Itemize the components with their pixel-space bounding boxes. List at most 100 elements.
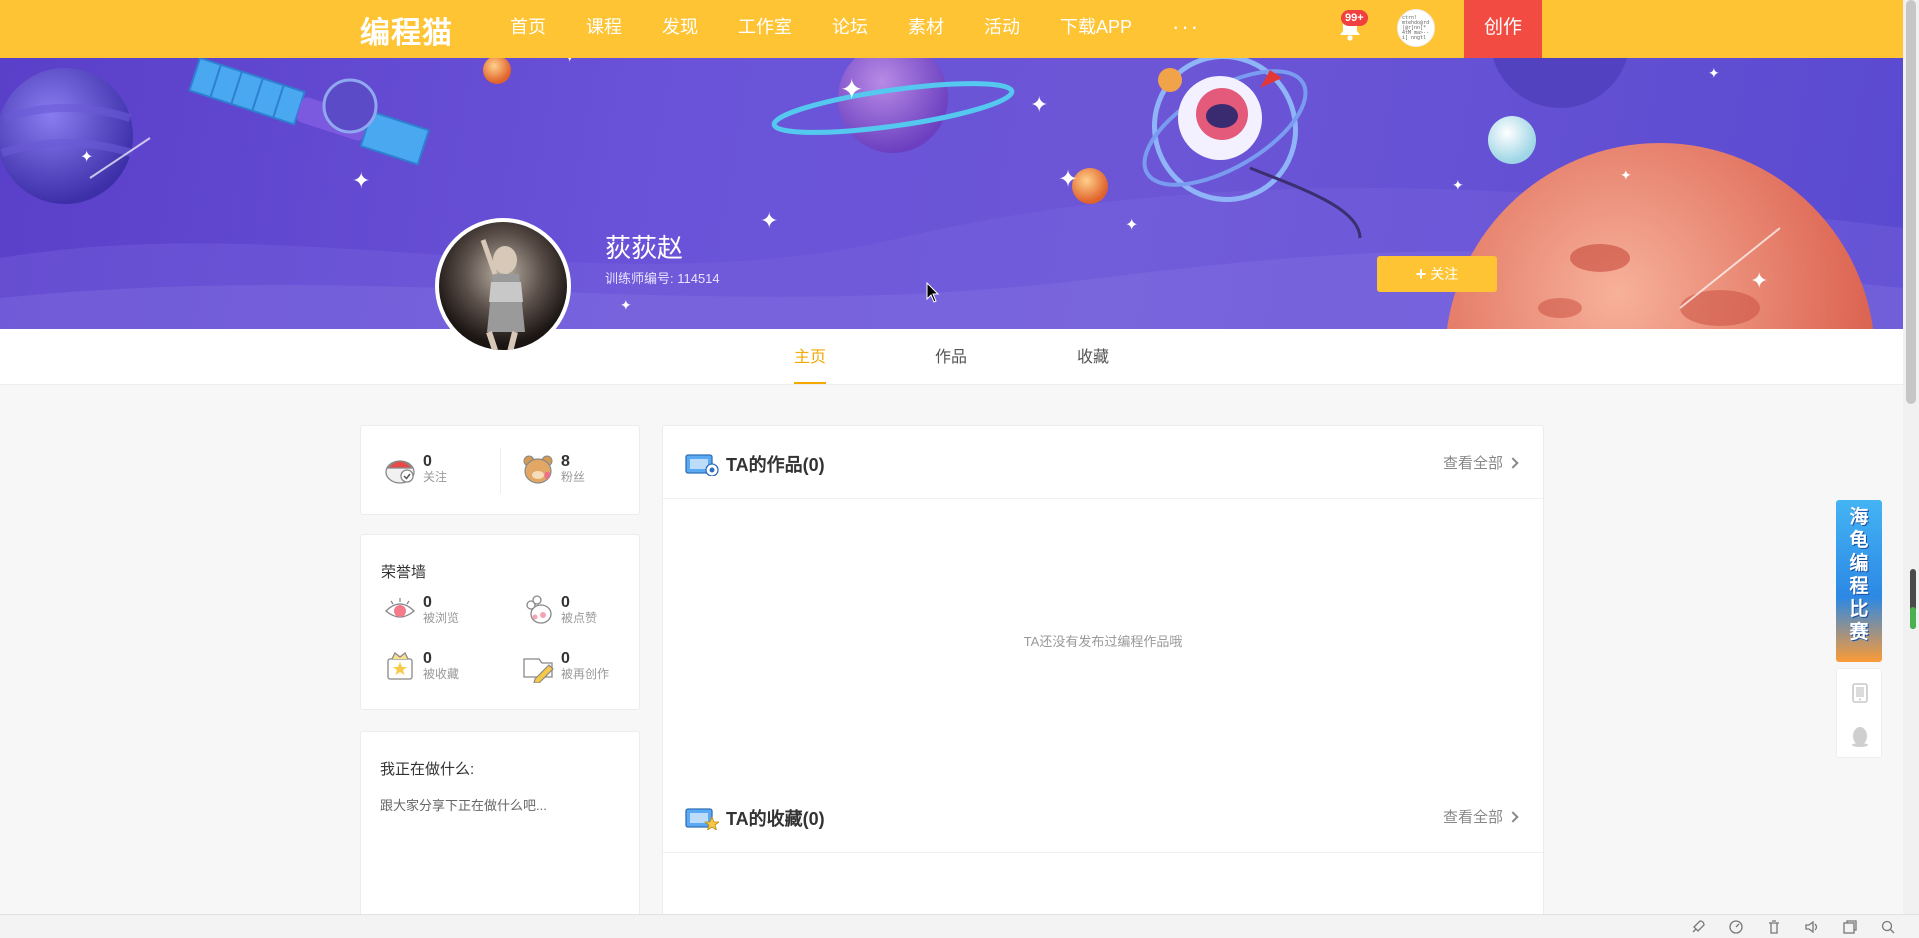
star-icon: ✦ (1750, 268, 1769, 293)
window-icon[interactable] (1842, 919, 1858, 935)
star-icon: ✦ (80, 149, 94, 166)
collected-count: 0 (423, 650, 432, 667)
nav-menu: 首页 课程 发现 工作室 论坛 素材 活动 下载APP ··· (510, 0, 1240, 58)
follow-button[interactable]: + 关注 (1377, 256, 1497, 292)
nav-more-button[interactable]: ··· (1172, 0, 1200, 58)
favorites-section-header: TA的收藏(0) 查看全部 (663, 780, 1543, 853)
fans-icon (521, 452, 555, 486)
fans-label: 粉丝 (561, 470, 586, 484)
star-icon: ✦ (840, 74, 864, 105)
qq-penguin-icon[interactable] (1851, 725, 1869, 747)
honor-wall-title: 荣誉墙 (381, 564, 427, 581)
site-logo[interactable]: 编程猫 (360, 8, 453, 52)
likes-count: 0 (561, 594, 570, 611)
nav-item-discover[interactable]: 发现 (662, 0, 698, 58)
nav-item-home[interactable]: 首页 (510, 0, 546, 58)
eye-icon (383, 593, 417, 627)
page-scrollbar[interactable] (1903, 0, 1919, 914)
remix-pencil-icon (521, 649, 555, 683)
mouse-cursor-icon (926, 282, 940, 303)
star-icon: ✦ (563, 58, 576, 66)
trainer-id: 训练师编号: 114514 (605, 271, 720, 286)
scrollbar-thumb[interactable] (1906, 0, 1916, 404)
divider (500, 448, 501, 494)
works-view-all-label: 查看全部 (1442, 455, 1503, 472)
create-button[interactable]: 创作 (1464, 0, 1542, 58)
honor-wall-card: 荣誉墙 0 被浏览 0 被点赞 0 被收藏 0 被再创作 (360, 534, 640, 710)
plus-icon: + (1415, 264, 1427, 284)
star-icon: ✦ (620, 297, 632, 313)
views-label: 被浏览 (423, 611, 460, 625)
fans-count: 8 (561, 453, 570, 470)
ad-text: 海龟编程比赛 (1849, 507, 1869, 643)
tablet-icon[interactable] (1851, 683, 1869, 703)
star-icon: ✦ (760, 208, 779, 233)
fans-stat[interactable]: 8 粉丝 (521, 452, 585, 486)
star-icon: ✦ (1620, 167, 1632, 183)
search-icon[interactable] (1880, 919, 1896, 935)
star-icon: ✦ (1452, 177, 1464, 193)
likes-label: 被点赞 (561, 611, 598, 625)
top-navigation-bar: 编程猫 首页 课程 发现 工作室 论坛 素材 活动 下载APP ··· 99+ … (0, 0, 1903, 58)
profile-banner: ✦ ✦ ✦ ✦ ✦ ✦ ✦ ✦ ✦ ✦ ✦ ✦ ✦ (0, 58, 1903, 329)
favorites-view-all-label: 查看全部 (1442, 809, 1503, 826)
paw-icon (521, 593, 555, 627)
tab-works[interactable]: 作品 (935, 329, 967, 385)
following-count: 0 (423, 453, 432, 470)
coding-contest-ad[interactable]: 海龟编程比赛 (1836, 500, 1882, 662)
nav-item-assets[interactable]: 素材 (908, 0, 944, 58)
status-title: 我正在做什么: (380, 761, 475, 778)
works-view-all[interactable]: 查看全部 (1442, 452, 1519, 473)
chevron-right-icon (1507, 811, 1519, 823)
status-card: 我正在做什么: 跟大家分享下正在做什么吧... (360, 731, 640, 931)
star-icon: ✦ (1125, 217, 1139, 234)
follow-label: 关注 (1430, 266, 1459, 282)
notification-badge: 99+ (1341, 10, 1368, 26)
nav-item-events[interactable]: 活动 (984, 0, 1020, 58)
favorites-title: TA的收藏(0) (726, 809, 825, 829)
side-tools (1836, 668, 1882, 758)
nav-item-courses[interactable]: 课程 (586, 0, 622, 58)
chevron-right-icon (1507, 457, 1519, 469)
collected-label: 被收藏 (423, 667, 460, 681)
favorites-view-all[interactable]: 查看全部 (1442, 806, 1519, 827)
remix-stat: 0 被再创作 (521, 649, 609, 683)
browser-status-bar (0, 914, 1919, 938)
likes-stat: 0 被点赞 (521, 593, 597, 627)
following-icon (383, 452, 417, 486)
star-icon: ✦ (1058, 166, 1079, 193)
views-stat: 0 被浏览 (383, 593, 459, 627)
tab-favorites[interactable]: 收藏 (1077, 329, 1109, 385)
profile-avatar (435, 218, 571, 354)
works-title: TA的作品(0) (726, 455, 825, 475)
mini-scroll-indicator-green (1910, 607, 1916, 629)
trash-icon[interactable] (1766, 919, 1782, 935)
favorites-icon (685, 808, 719, 830)
user-avatar[interactable]: ctrn! mtehdo@rd |@r]nn[* 4tM ma>--i] nng… (1397, 9, 1435, 47)
remix-label: 被再创作 (561, 667, 610, 681)
profile-name: 荻荻赵 (605, 233, 684, 263)
tab-home[interactable]: 主页 (794, 329, 827, 385)
main-content-card: TA的作品(0) 查看全部 TA还没有发布过编程作品哦 TA的收藏(0) 查看全… (662, 425, 1544, 935)
star-icon: ✦ (1030, 92, 1049, 117)
rocket-icon[interactable] (1690, 919, 1706, 935)
status-input[interactable]: 跟大家分享下正在做什么吧... (380, 795, 547, 814)
works-empty-message: TA还没有发布过编程作品哦 (1023, 634, 1183, 649)
speed-icon[interactable] (1728, 919, 1744, 935)
works-section-header: TA的作品(0) 查看全部 (663, 426, 1543, 499)
following-stat[interactable]: 0 关注 (383, 452, 447, 486)
avatar-ascii-text: ctrn! mtehdo@rd |@r]nn[* 4tM ma>--i] nng… (1402, 15, 1430, 41)
follow-stats-card: 0 关注 8 粉丝 (360, 425, 640, 515)
star-icon: ✦ (1708, 65, 1720, 81)
volume-icon[interactable] (1804, 919, 1820, 935)
profile-tabs: 主页 作品 收藏 (0, 329, 1903, 385)
space-illustration (0, 58, 1903, 329)
star-box-icon (383, 649, 417, 683)
nav-item-download-app[interactable]: 下载APP (1060, 0, 1132, 58)
views-count: 0 (423, 594, 432, 611)
works-icon (685, 454, 719, 476)
star-icon: ✦ (352, 168, 371, 193)
nav-item-forum[interactable]: 论坛 (832, 0, 868, 58)
nav-item-studio[interactable]: 工作室 (738, 0, 792, 58)
following-label: 关注 (423, 470, 448, 484)
